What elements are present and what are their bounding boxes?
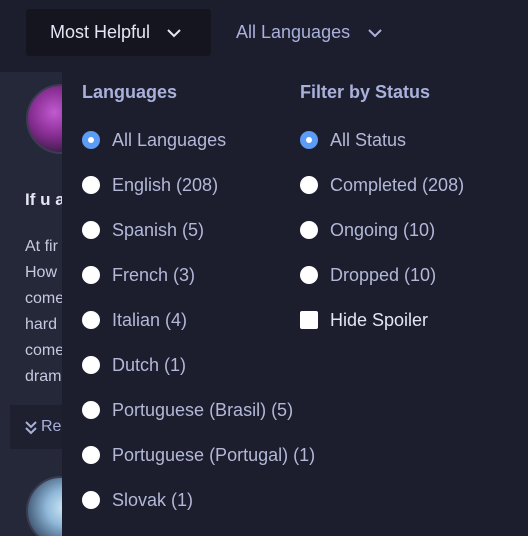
double-chevron-down-icon	[24, 419, 38, 435]
option-label: Portuguese (Portugal) (1)	[112, 444, 316, 465]
radio-button[interactable]	[82, 446, 100, 464]
language-option-portuguese-brasil[interactable]: Portuguese (Brasil) (5)	[82, 398, 293, 422]
language-option-french[interactable]: French (3)	[82, 263, 195, 287]
radio-button[interactable]	[300, 176, 318, 194]
radio-button[interactable]	[82, 401, 100, 419]
language-label: All Languages	[236, 22, 351, 42]
read-more-button[interactable]: Re	[10, 405, 70, 449]
status-option-ongoing[interactable]: Ongoing (10)	[300, 218, 435, 242]
review-text-line: At fir	[25, 238, 58, 255]
hide-spoiler-checkbox[interactable]	[300, 311, 318, 329]
option-label: Completed (208)	[330, 174, 465, 195]
read-more-label: Re	[41, 418, 62, 435]
radio-button[interactable]	[82, 131, 100, 149]
status-option-completed[interactable]: Completed (208)	[300, 173, 464, 197]
review-text-line: hard	[25, 316, 58, 333]
option-label: Slovak (1)	[112, 489, 194, 510]
option-label: Italian (4)	[112, 309, 188, 330]
chevron-down-icon	[368, 28, 382, 38]
status-option-dropped[interactable]: Dropped (10)	[300, 263, 436, 287]
review-title: If u a	[25, 190, 65, 209]
radio-button[interactable]	[82, 176, 100, 194]
review-text-line: dram	[25, 368, 62, 385]
radio-button[interactable]	[82, 311, 100, 329]
option-label: Dropped (10)	[330, 264, 437, 285]
radio-button[interactable]	[300, 266, 318, 284]
page: If u a At fir How come hard come dram Re…	[0, 0, 528, 536]
review-text-line: come	[25, 342, 65, 359]
option-label: All Status	[330, 129, 407, 150]
language-option-english[interactable]: English (208)	[82, 173, 218, 197]
language-dropdown-button[interactable]: All Languages	[236, 9, 382, 56]
radio-button[interactable]	[82, 221, 100, 239]
option-label: Portuguese (Brasil) (5)	[112, 399, 294, 420]
status-option-all[interactable]: All Status	[300, 128, 406, 152]
dropdown-caret	[291, 60, 315, 72]
radio-button[interactable]	[82, 266, 100, 284]
language-option-portuguese-portugal[interactable]: Portuguese (Portugal) (1)	[82, 443, 315, 467]
language-option-italian[interactable]: Italian (4)	[82, 308, 187, 332]
sort-dropdown-button[interactable]: Most Helpful	[26, 9, 211, 56]
option-label: Spanish (5)	[112, 219, 205, 240]
radio-button[interactable]	[82, 491, 100, 509]
hide-spoiler-option[interactable]: Hide Spoiler	[300, 308, 428, 332]
review-text-line: come	[25, 290, 65, 307]
chevron-down-icon	[167, 28, 181, 38]
radio-button[interactable]	[82, 356, 100, 374]
language-option-all[interactable]: All Languages	[82, 128, 226, 152]
radio-button[interactable]	[300, 131, 318, 149]
radio-button[interactable]	[300, 221, 318, 239]
sort-label: Most Helpful	[50, 22, 151, 42]
review-text-line: How	[25, 264, 58, 281]
option-label: Dutch (1)	[112, 354, 187, 375]
option-label: All Languages	[112, 129, 227, 150]
option-label: Ongoing (10)	[330, 219, 436, 240]
option-label: French (3)	[112, 264, 196, 285]
language-option-spanish[interactable]: Spanish (5)	[82, 218, 204, 242]
language-option-slovak[interactable]: Slovak (1)	[82, 488, 193, 512]
language-option-dutch[interactable]: Dutch (1)	[82, 353, 186, 377]
status-heading: Filter by Status	[300, 82, 431, 102]
languages-heading: Languages	[82, 82, 178, 102]
option-label: English (208)	[112, 174, 219, 195]
option-label: Hide Spoiler	[330, 309, 429, 330]
